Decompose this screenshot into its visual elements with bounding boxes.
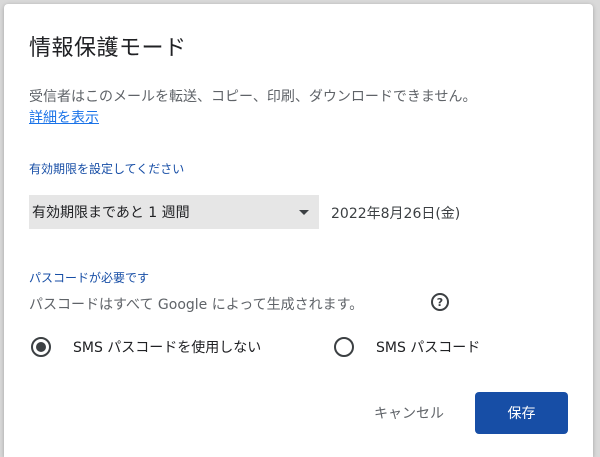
radio-label: SMS パスコードを使用しない bbox=[73, 340, 262, 356]
radio-label: SMS パスコード bbox=[376, 340, 481, 356]
dropdown-arrow-icon bbox=[299, 210, 309, 215]
passcode-description: パスコードはすべて Google によって生成されます。 bbox=[29, 297, 364, 313]
expiry-date: 2022年8月26日(金) bbox=[331, 206, 461, 222]
help-icon[interactable]: ? bbox=[431, 293, 449, 311]
passcode-label: パスコードが必要です bbox=[29, 271, 150, 285]
save-button[interactable]: 保存 bbox=[475, 392, 568, 434]
confidential-mode-dialog: 情報保護モード 受信者はこのメールを転送、コピー、印刷、ダウンロードできません。… bbox=[4, 4, 593, 457]
expiry-select[interactable]: 有効期限まであと 1 週間 bbox=[29, 195, 319, 229]
expiry-select-value: 有効期限まであと 1 週間 bbox=[32, 205, 190, 221]
radio-sms-passcode[interactable]: SMS パスコード bbox=[334, 335, 480, 359]
dialog-title: 情報保護モード bbox=[29, 36, 187, 61]
expiry-label: 有効期限を設定してください bbox=[29, 162, 185, 176]
radio-unchecked-icon bbox=[334, 337, 354, 357]
radio-checked-icon bbox=[31, 337, 51, 357]
radio-no-sms-passcode[interactable]: SMS パスコードを使用しない bbox=[31, 335, 261, 359]
dialog-description: 受信者はこのメールを転送、コピー、印刷、ダウンロードできません。 bbox=[29, 89, 477, 105]
cancel-button[interactable]: キャンセル bbox=[354, 392, 464, 434]
details-link[interactable]: 詳細を表示 bbox=[29, 107, 99, 127]
